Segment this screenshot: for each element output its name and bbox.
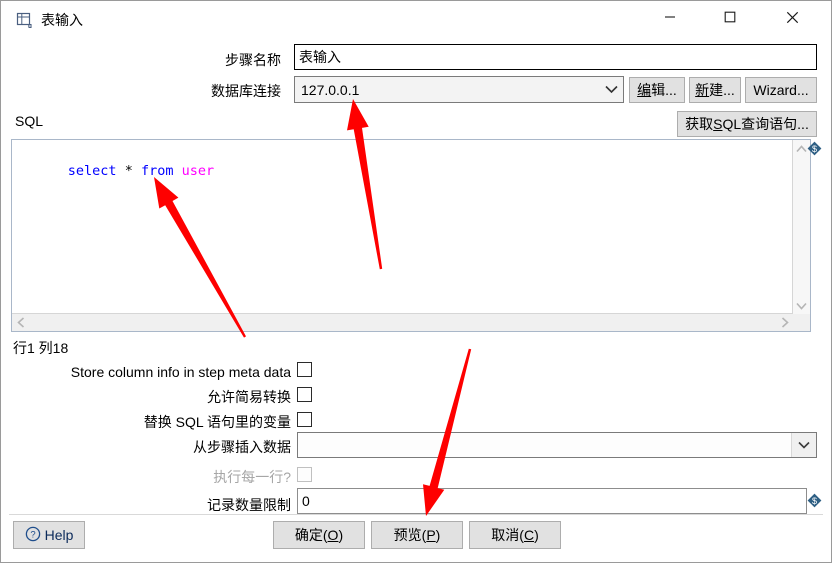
cancel-button[interactable]: 取消(C): [469, 521, 561, 549]
allow-lazy-conversion-label: 允许简易转换: [207, 389, 291, 405]
ok-button[interactable]: 确定(O): [273, 521, 365, 549]
edit-connection-label: 编辑...: [637, 82, 677, 98]
variable-dollar-icon: $: [807, 141, 822, 156]
close-button[interactable]: [769, 1, 815, 33]
wizard-button[interactable]: Wizard...: [745, 77, 817, 103]
preview-button[interactable]: 预览(P): [371, 521, 463, 549]
sql-editor[interactable]: select * from user: [11, 139, 811, 332]
sql-token-from: from: [140, 163, 174, 179]
footer-divider: [9, 514, 823, 515]
chevron-down-icon[interactable]: [791, 433, 816, 457]
replace-variables-checkbox[interactable]: [297, 412, 312, 427]
insert-data-from-step-label: 从步骤插入数据: [193, 439, 291, 455]
scroll-left-icon[interactable]: [12, 314, 29, 331]
step-name-label: 步骤名称: [225, 52, 281, 68]
help-circle-icon: ?: [25, 526, 41, 545]
sql-token-select: select: [67, 163, 117, 179]
wizard-label: Wizard...: [753, 82, 809, 98]
close-icon: [786, 11, 798, 23]
edit-connection-button[interactable]: 编辑...: [629, 77, 685, 103]
allow-lazy-conversion-checkbox[interactable]: [297, 387, 312, 402]
execute-each-row-checkbox: [297, 467, 312, 482]
sql-cursor-status: 行1 列18: [13, 340, 69, 356]
table-input-icon: [16, 12, 33, 29]
maximize-button[interactable]: [707, 1, 753, 33]
svg-text:$: $: [812, 144, 817, 154]
row-limit-input[interactable]: 0: [297, 488, 807, 514]
row-limit-label: 记录数量限制: [207, 497, 291, 513]
db-connection-combo[interactable]: 127.0.0.1: [294, 76, 624, 103]
sql-vertical-scrollbar[interactable]: [792, 140, 810, 314]
sql-token-table: user: [181, 163, 215, 179]
new-connection-button[interactable]: 新建...: [689, 77, 741, 103]
cancel-label: 取消(C): [491, 527, 539, 543]
db-connection-value: 127.0.0.1: [301, 81, 360, 98]
variable-dollar-icon: $: [807, 493, 822, 508]
sql-text: select * from user: [19, 146, 214, 197]
title-bar: 表输入: [1, 1, 831, 42]
window-title: 表输入: [41, 12, 83, 28]
sql-horizontal-scrollbar[interactable]: [12, 313, 793, 331]
store-column-info-label: Store column info in step meta data: [70, 364, 291, 380]
get-sql-button[interactable]: 获取SQL查询语句...: [677, 111, 817, 137]
scroll-down-icon[interactable]: [793, 297, 810, 314]
step-name-input[interactable]: 表输入: [294, 44, 817, 70]
execute-each-row-label: 执行每一行?: [213, 469, 291, 485]
minimize-button[interactable]: [647, 1, 693, 33]
sql-label: SQL: [15, 113, 44, 129]
sql-vertical-scroll-thumb[interactable]: [794, 157, 809, 297]
sql-token-star: *: [124, 163, 133, 179]
chevron-down-icon: [599, 77, 623, 102]
db-connection-label: 数据库连接: [211, 83, 281, 99]
maximize-icon: [724, 11, 736, 23]
get-sql-label: 获取SQL查询语句...: [685, 116, 809, 132]
preview-label: 预览(P): [393, 527, 441, 543]
table-input-dialog: 表输入 步骤名称 表输入 数据库连接 127.0.0.1 编辑... 新建...…: [0, 0, 832, 563]
scrollbar-corner: [793, 314, 810, 331]
svg-text:$: $: [812, 496, 817, 506]
scroll-right-icon[interactable]: [776, 314, 793, 331]
help-label: Help: [44, 527, 74, 543]
replace-variables-label: 替换 SQL 语句里的变量: [143, 414, 291, 430]
new-connection-label: 新建...: [695, 82, 735, 98]
insert-data-from-step-combo[interactable]: [297, 432, 817, 458]
store-column-info-checkbox[interactable]: [297, 362, 312, 377]
minimize-icon: [665, 16, 675, 18]
ok-label: 确定(O): [294, 527, 344, 543]
svg-text:?: ?: [30, 529, 35, 540]
help-button[interactable]: ? Help: [13, 521, 85, 549]
